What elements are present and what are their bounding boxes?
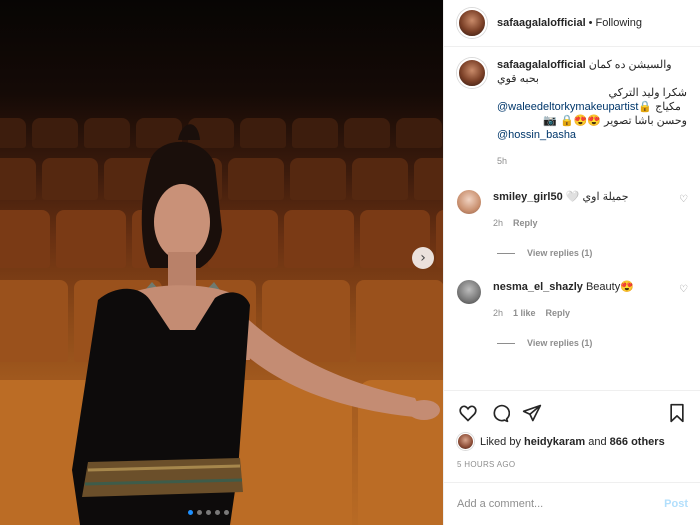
carousel-dot — [215, 510, 220, 515]
heart-icon[interactable]: ♡ — [679, 194, 688, 205]
commenter-username[interactable]: smiley_girl50 — [493, 191, 563, 203]
share-icon[interactable] — [521, 402, 543, 424]
post-caption: safaagalalofficial والسيشن ده كمان بحبه … — [457, 58, 688, 168]
author-avatar[interactable] — [457, 8, 487, 38]
comment-time[interactable]: 2h — [493, 216, 503, 230]
comment-time[interactable]: 2h — [493, 306, 503, 320]
reply-button[interactable]: Reply — [546, 306, 571, 320]
post-side-panel: safaagalalofficial • Following safaagala… — [443, 0, 700, 525]
reply-button[interactable]: Reply — [513, 216, 538, 230]
comment-icon[interactable] — [489, 402, 511, 424]
comment-text: جميلة اوي 🤍 — [565, 191, 629, 203]
likes-count-link[interactable]: 866 others — [610, 436, 665, 448]
add-comment-bar: Post — [444, 482, 700, 525]
following-button[interactable]: Following — [596, 17, 642, 29]
likes-summary: Liked by heidykaram and 866 others — [457, 433, 688, 450]
commenter-username[interactable]: nesma_el_shazly — [493, 281, 583, 293]
carousel-dot — [206, 510, 211, 515]
post-photo[interactable]: › — [0, 0, 443, 525]
comments-list[interactable]: safaagalalofficial والسيشن ده كمان بحبه … — [444, 48, 700, 390]
comment-text: Beauty😍 — [585, 281, 634, 293]
heart-icon[interactable] — [457, 402, 479, 424]
comment-likes[interactable]: 1 like — [513, 306, 536, 320]
view-replies-label: View replies (1) — [527, 248, 593, 258]
carousel-dot — [188, 510, 193, 515]
comment-input[interactable] — [457, 498, 665, 510]
commenter-avatar[interactable] — [457, 190, 481, 214]
post-comment-button[interactable]: Post — [664, 498, 688, 510]
liker-avatar[interactable] — [457, 433, 474, 450]
divider — [497, 252, 515, 254]
header-separator: • — [588, 17, 593, 29]
comment-item: smiley_girl50 جميلة اوي 🤍 2h Reply ♡ — [457, 190, 688, 230]
view-replies-button[interactable]: View replies (1) — [497, 248, 688, 258]
mention-link[interactable]: @hossin_basha — [497, 128, 687, 142]
liked-by-middle: and — [585, 435, 610, 448]
heart-icon[interactable]: ♡ — [679, 284, 688, 295]
view-replies-button[interactable]: View replies (1) — [497, 338, 688, 348]
caption-time[interactable]: 5h — [497, 154, 687, 168]
carousel-indicator — [188, 510, 229, 515]
author-username[interactable]: safaagalalofficial — [497, 17, 586, 29]
woman-figure — [72, 124, 440, 525]
caption-line-4: وحسن باشا تصوير 😍😍🔒 📷 — [543, 115, 687, 127]
carousel-dot — [197, 510, 202, 515]
caption-username[interactable]: safaagalalofficial — [497, 59, 586, 71]
liker-username[interactable]: heidykaram — [524, 436, 585, 448]
post-header: safaagalalofficial • Following — [444, 0, 700, 47]
comment-item: nesma_el_shazly Beauty😍 2h 1 like Reply … — [457, 280, 688, 320]
caption-line-3: مكياج 🔒 — [638, 101, 684, 113]
commenter-avatar[interactable] — [457, 280, 481, 304]
divider — [497, 342, 515, 344]
post-time[interactable]: 5 HOURS AGO — [457, 460, 688, 469]
caption-avatar[interactable] — [457, 58, 487, 88]
caption-line-2: شكرا وليد التركي — [608, 87, 688, 99]
carousel-dot — [224, 510, 229, 515]
post-actions: Liked by heidykaram and 866 others 5 HOU… — [444, 390, 700, 469]
mention-link[interactable]: @waleedeltorkymakeupartist — [497, 101, 638, 113]
view-replies-label: View replies (1) — [527, 338, 593, 348]
liked-by-prefix: Liked by — [480, 435, 525, 448]
next-slide-button[interactable]: › — [412, 247, 434, 269]
bookmark-icon[interactable] — [666, 402, 688, 424]
